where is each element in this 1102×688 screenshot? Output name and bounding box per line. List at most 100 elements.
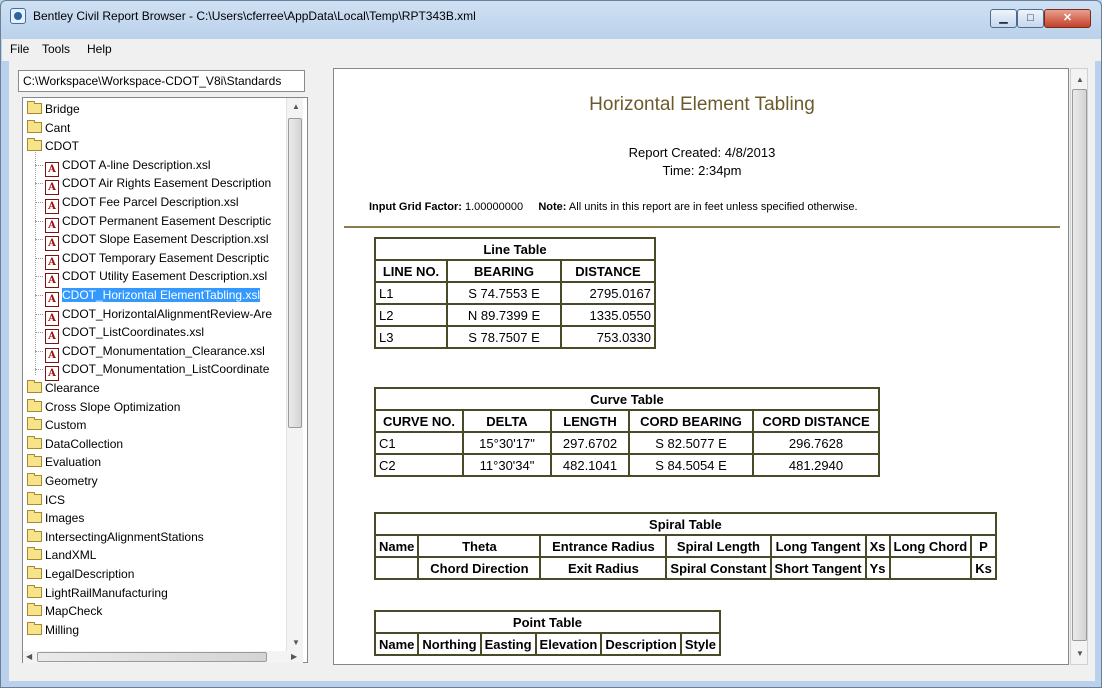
tree-file-item[interactable]: A CDOT_ListCoordinates.xsl	[35, 323, 204, 345]
tree-file-item[interactable]: A CDOT Utility Easement Description.xsl	[35, 267, 267, 289]
table-cell: 481.2940	[752, 453, 880, 477]
table-cell: 15°30'17"	[462, 431, 552, 455]
spiral-table-header: Ys	[864, 556, 891, 580]
scroll-up-icon[interactable]: ▲	[292, 102, 300, 111]
tree-file-item[interactable]: A CDOT_HorizontalAlignmentReview-Are	[35, 305, 272, 326]
tree-item-label: Clearance	[45, 381, 100, 395]
tree-item-label: Custom	[45, 418, 87, 433]
scroll-up-icon[interactable]: ▲	[1076, 75, 1084, 84]
tree-folder-item[interactable]: Cant	[27, 119, 70, 137]
tree-hscroll-thumb[interactable]	[37, 652, 267, 662]
close-button[interactable]: ✕	[1044, 9, 1091, 28]
report-view: Horizontal Element Tabling Report Create…	[333, 68, 1069, 665]
spiral-table-header: Long Tangent	[769, 534, 867, 558]
table-cell: L1	[374, 281, 448, 305]
point-table-header: Elevation	[534, 632, 603, 656]
spiral-table-header: Spiral Constant	[665, 556, 772, 580]
tree-file-item[interactable]: A CDOT_Horizontal ElementTabling.xsl	[35, 286, 262, 307]
tree-file-item[interactable]: A CDOT_Monumentation_Clearance.xsl	[35, 342, 265, 363]
tree-scroll-thumb[interactable]	[288, 118, 302, 428]
tree-connector	[35, 239, 43, 241]
tree-vertical-scrollbar[interactable]: ▲ ▼	[286, 98, 303, 651]
tree-horizontal-scrollbar[interactable]: ◀ ▶	[23, 651, 303, 663]
spiral-table-header: Short Tangent	[769, 556, 867, 580]
scroll-down-icon[interactable]: ▼	[292, 638, 300, 647]
tree-folder-item[interactable]: Evaluation	[27, 453, 101, 471]
scroll-left-icon[interactable]: ◀	[26, 652, 32, 661]
tree-folder-item[interactable]: Geometry	[27, 472, 98, 490]
spiral-table-header: Xs	[864, 534, 891, 558]
app-icon	[10, 8, 26, 24]
minimize-button[interactable]: ▁	[990, 9, 1017, 28]
tree-item-label: CDOT Fee Parcel Description.xsl	[62, 195, 239, 209]
tree-connector	[35, 164, 43, 166]
tree-file-item[interactable]: A CDOT Temporary Easement Descriptic	[35, 249, 269, 270]
tree-folder-item[interactable]: Clearance	[27, 379, 100, 397]
table-cell: 1335.0550	[560, 303, 656, 327]
report-title: Horizontal Element Tabling	[589, 94, 815, 115]
table-cell: 753.0330	[560, 325, 656, 349]
folder-icon	[27, 398, 42, 412]
table-cell: N 89.7399 E	[446, 303, 562, 327]
tree-folder-item[interactable]: MapCheck	[27, 602, 102, 620]
tree-file-item[interactable]: A CDOT Air Rights Easement Description	[35, 174, 271, 196]
curve-table-title: Curve Table	[374, 387, 880, 411]
tree-item-label: LandXML	[45, 548, 97, 563]
tree-folder-item[interactable]: Cross Slope Optimization	[27, 398, 180, 416]
table-cell: 297.6702	[550, 431, 630, 455]
scroll-right-icon[interactable]: ▶	[291, 652, 297, 661]
table-row: C2 11°30'34" 482.1041 S 84.5054 E 481.29…	[374, 453, 880, 477]
menu-bar: File Tools Help	[2, 39, 1101, 61]
spiral-table: Spiral Table Name Theta Entrance Radius …	[373, 512, 997, 580]
folder-open-icon	[27, 138, 42, 152]
menu-help[interactable]: Help	[87, 42, 112, 56]
report-time: Time: 2:34pm	[662, 163, 742, 178]
line-table-header: LINE NO.	[374, 259, 448, 283]
report-vertical-scrollbar[interactable]: ▲ ▼	[1070, 68, 1088, 665]
folder-icon	[27, 119, 42, 133]
curve-table-header: CORD DISTANCE	[752, 409, 880, 433]
tree-file-item[interactable]: A CDOT Permanent Easement Descriptic	[35, 212, 271, 233]
tree-folder-item[interactable]: Milling	[27, 621, 79, 639]
tree-folder-item[interactable]: LegalDescription	[27, 565, 134, 583]
tree-file-item[interactable]: A CDOT A-line Description.xsl	[35, 156, 211, 177]
line-table-header: BEARING	[446, 259, 562, 283]
tree-item-label: CDOT Temporary Easement Descriptic	[62, 250, 269, 265]
folder-icon	[27, 603, 42, 617]
spiral-table-header: Entrance Radius	[539, 534, 668, 558]
line-table-header: DISTANCE	[560, 259, 656, 283]
table-cell: C1	[374, 431, 464, 455]
tree-folder-item[interactable]: Images	[27, 509, 84, 527]
table-cell: 482.1041	[550, 453, 630, 477]
menu-file[interactable]: File	[10, 42, 29, 56]
spiral-table-header	[888, 556, 973, 580]
folder-icon	[27, 528, 42, 542]
report-tree[interactable]: Bridge Cant CDOT A CDOT A-line Description.x…	[22, 97, 308, 663]
tree-file-item[interactable]: A CDOT_Monumentation_ListCoordinate	[35, 360, 269, 382]
folder-icon	[27, 417, 42, 431]
tree-file-item[interactable]: A CDOT Fee Parcel Description.xsl	[35, 193, 239, 214]
workspace-path-field[interactable]: C:\Workspace\Workspace-CDOT_V8i\Standard…	[18, 70, 305, 92]
report-scroll-thumb[interactable]	[1072, 89, 1087, 641]
tree-item-label: LegalDescription	[45, 567, 135, 581]
scroll-down-icon[interactable]: ▼	[1076, 649, 1084, 658]
menu-tools[interactable]: Tools	[42, 42, 70, 56]
tree-file-item[interactable]: A CDOT Slope Easement Description.xsl	[35, 230, 269, 252]
tree-folder-item[interactable]: LandXML	[27, 546, 96, 564]
tree-folder-item[interactable]: Custom	[27, 416, 86, 434]
tree-branch-line	[35, 151, 36, 375]
tree-connector	[35, 313, 43, 315]
curve-table-header: LENGTH	[550, 409, 630, 433]
tree-item-label: CDOT_Horizontal ElementTabling.xsl	[60, 287, 262, 303]
folder-icon	[27, 435, 42, 449]
report-note: Input Grid Factor: 1.00000000 Note: All …	[369, 201, 858, 213]
title-bar[interactable]: Bentley Civil Report Browser - C:\Users\…	[1, 1, 1101, 31]
tree-folder-item[interactable]: IntersectingAlignmentStations	[27, 528, 204, 546]
tree-folder-item[interactable]: Bridge	[27, 100, 80, 118]
tree-folder-item[interactable]: LightRailManufacturing	[27, 584, 168, 602]
table-row: L1 S 74.7553 E 2795.0167	[374, 281, 656, 305]
tree-folder-item[interactable]: ICS	[27, 491, 65, 509]
tree-folder-item[interactable]: DataCollection	[27, 435, 123, 453]
maximize-button[interactable]: □	[1017, 9, 1044, 28]
folder-icon	[27, 101, 42, 114]
